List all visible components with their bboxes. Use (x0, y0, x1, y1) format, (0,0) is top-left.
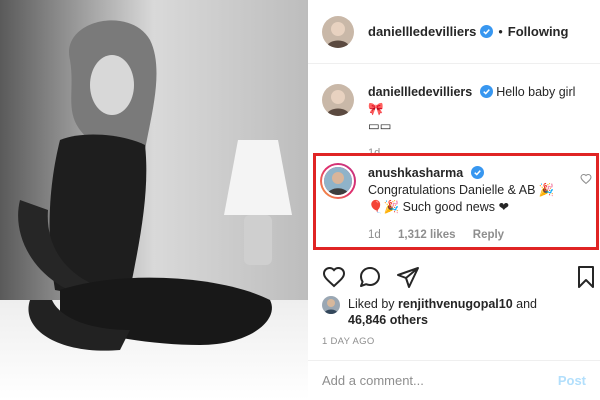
commenter-username[interactable]: anushkasharma (368, 166, 463, 180)
comment-likes-count[interactable]: 1,312 likes (398, 229, 456, 241)
heart-icon[interactable] (322, 265, 346, 289)
post-comment-button[interactable]: Post (558, 373, 586, 388)
add-comment-bar: Post (308, 360, 600, 400)
liker-username[interactable]: renjithvenugopal10 (398, 297, 513, 311)
post-caption: daniellledevilliers Hello baby girl 🎀 ▭▭… (322, 84, 592, 162)
post-timestamp[interactable]: 1 DAY AGO (322, 336, 375, 347)
liked-by-prefix: Liked by (348, 297, 395, 311)
comment-icon[interactable] (358, 265, 382, 289)
header-separator: • (498, 24, 503, 39)
post-photo[interactable] (0, 0, 308, 400)
reply-button[interactable]: Reply (473, 229, 504, 241)
liked-by-connector: and (516, 297, 537, 311)
add-comment-input[interactable] (322, 373, 558, 388)
lamp-base (244, 215, 272, 265)
post-photo-image (0, 0, 308, 400)
paper-plane-icon[interactable] (396, 265, 420, 289)
caption-avatar[interactable] (322, 84, 354, 116)
likes-others-count[interactable]: 46,846 others (348, 313, 428, 327)
author-username[interactable]: daniellledevilliers (368, 24, 476, 39)
comment-item: anushkasharma Congratulations Danielle &… (320, 163, 598, 244)
comment-like-heart-icon[interactable] (580, 173, 592, 185)
comment-time[interactable]: 1d (368, 229, 381, 241)
commenter-avatar[interactable] (320, 163, 356, 199)
following-button[interactable]: Following (508, 24, 569, 39)
verified-badge-icon (470, 166, 484, 179)
caption-username[interactable]: daniellledevilliers (368, 85, 472, 99)
post-header: daniellledevilliers • Following (308, 0, 600, 64)
liked-by-section: Liked by renjithvenugopal10 and 46,846 o… (322, 296, 592, 328)
author-avatar[interactable] (322, 15, 354, 48)
comment-text-line2: 🎈🎉 Such good news ❤ (368, 200, 509, 214)
post-detail-panel: daniellledevilliers • Following danielll… (308, 0, 600, 400)
liker-avatar[interactable] (322, 296, 340, 314)
comment-text-line1: Congratulations Danielle & AB 🎉 (368, 183, 555, 197)
caption-text-line2: ▭▭ (368, 119, 392, 133)
post-actions-bar (322, 265, 600, 291)
verified-badge-icon (479, 85, 493, 98)
bookmark-icon[interactable] (574, 265, 598, 289)
verified-badge-icon (480, 25, 494, 38)
